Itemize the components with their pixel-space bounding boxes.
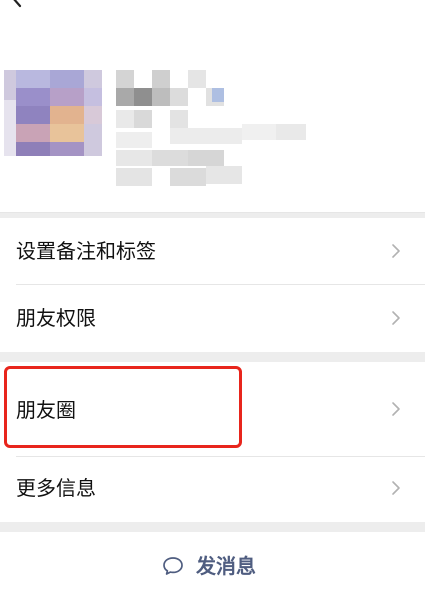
chevron-right-icon bbox=[392, 402, 400, 416]
settings-group-1: 设置备注和标签 朋友权限 bbox=[0, 218, 425, 352]
settings-group-2: 朋友圈 更多信息 bbox=[0, 362, 425, 522]
menu-item-label: 朋友圈 bbox=[16, 398, 76, 422]
nickname-blurred bbox=[116, 70, 308, 188]
chevron-right-icon bbox=[392, 481, 400, 495]
menu-item-permissions[interactable]: 朋友权限 bbox=[0, 285, 425, 351]
action-bar: 发消息 bbox=[0, 532, 425, 600]
back-arrow-icon[interactable] bbox=[8, 0, 28, 8]
menu-item-label: 朋友权限 bbox=[16, 306, 96, 330]
menu-item-label: 更多信息 bbox=[16, 476, 96, 500]
profile-header bbox=[0, 0, 425, 212]
avatar[interactable] bbox=[4, 70, 102, 156]
chevron-right-icon bbox=[392, 311, 400, 325]
menu-item-moments[interactable]: 朋友圈 bbox=[0, 372, 425, 446]
send-message-label: 发消息 bbox=[196, 554, 256, 578]
send-message-button[interactable]: 发消息 bbox=[140, 548, 300, 584]
divider bbox=[0, 212, 425, 213]
menu-item-more-info[interactable]: 更多信息 bbox=[0, 457, 425, 523]
chat-bubble-icon bbox=[163, 557, 183, 575]
menu-item-label: 设置备注和标签 bbox=[16, 239, 156, 263]
menu-item-remark-tags[interactable]: 设置备注和标签 bbox=[0, 218, 425, 284]
chevron-right-icon bbox=[392, 244, 400, 258]
